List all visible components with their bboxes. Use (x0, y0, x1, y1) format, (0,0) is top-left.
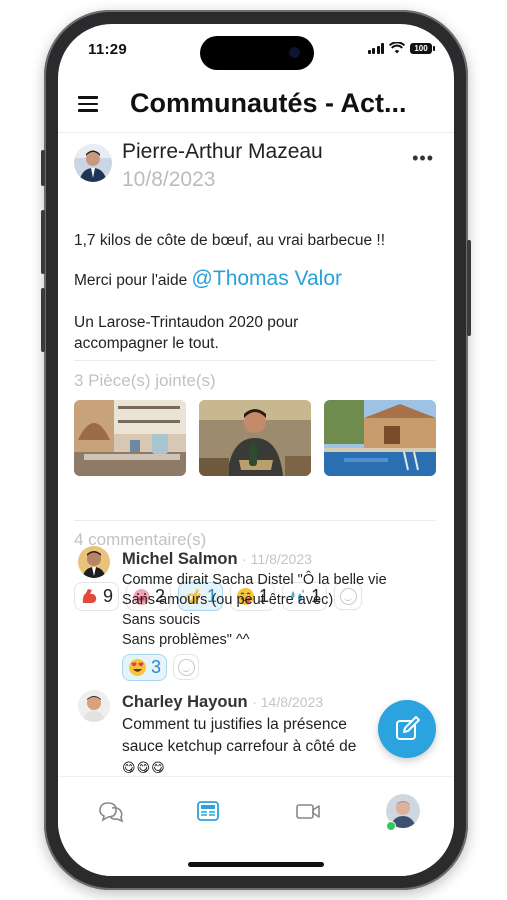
page-title: Communautés - Act... (130, 88, 407, 118)
reaction-chip-flexed-biceps[interactable]: 9 (74, 582, 120, 611)
hamburger-menu-icon[interactable] (78, 96, 98, 112)
comment-text-line: Sans soucis (122, 612, 201, 628)
comment-text-line: Comment tu justifies la présence (122, 716, 347, 733)
post-text-prefix: Merci pour l'aide (74, 272, 188, 289)
phone-action-button (41, 150, 45, 186)
header-divider (58, 132, 454, 133)
post-text-line: accompagner le tout. (74, 335, 219, 352)
separator (74, 360, 436, 361)
add-reaction-icon (339, 587, 357, 605)
chat-bubbles-icon (99, 802, 124, 823)
home-indicator (188, 862, 324, 867)
wifi-icon (389, 42, 405, 54)
author-avatar[interactable] (74, 144, 112, 182)
status-icons: 100 (367, 42, 435, 54)
phone-volume-down (41, 288, 45, 352)
comment-author[interactable]: Charley Hayoun (122, 693, 248, 711)
reaction-count: 3 (151, 657, 162, 677)
tab-chat[interactable] (92, 791, 132, 831)
user-mention-link[interactable]: @Thomas Valor (192, 267, 342, 290)
comment-emojis: 😋😋😋 (122, 760, 166, 775)
status-time: 11:29 (88, 41, 128, 58)
tab-news-feed[interactable] (188, 791, 228, 831)
comment-author-line: Charley Hayoun · 14/8/2023 (122, 693, 323, 712)
reaction-chip-heart-eyes[interactable]: 3 (122, 654, 168, 681)
comment-reactions: 3 (122, 654, 200, 681)
post-date: 10/8/2023 (122, 168, 216, 191)
commenter-avatar[interactable] (78, 546, 110, 578)
tab-video[interactable] (288, 791, 328, 831)
post-options-icon[interactable]: ••• (412, 148, 434, 169)
edit-icon (396, 716, 420, 740)
online-status-dot (386, 821, 396, 831)
bottom-tab-bar (58, 776, 454, 876)
separator (74, 520, 436, 521)
dynamic-island (200, 36, 314, 70)
phone-power-button (467, 240, 471, 336)
comment-text-line: Sans problèmes" ^^ (122, 632, 250, 648)
flexed-biceps-emoji (82, 589, 97, 603)
post-text-line: Un Larose-Trintaudon 2020 pour (74, 314, 299, 331)
video-camera-icon (296, 804, 320, 819)
attachment-photo-grill[interactable] (199, 400, 311, 476)
post-author-name[interactable]: Pierre-Arthur Mazeau (122, 140, 323, 164)
comment-author[interactable]: Michel Salmon (122, 550, 238, 568)
heart-eyes-emoji (129, 659, 146, 676)
post-text-line: Merci pour l'aide @Thomas Valor (74, 268, 342, 291)
attachments-count: 3 Pièce(s) jointe(s) (74, 371, 216, 390)
commenter-avatar[interactable] (78, 690, 110, 722)
phone-volume-up (41, 210, 45, 274)
attachment-photo-kitchen[interactable] (74, 400, 186, 476)
post-text-line: 1,7 kilos de côte de bœuf, au vrai barbe… (74, 232, 386, 249)
attachment-photo-pool[interactable] (324, 400, 436, 476)
app-screen: 11:29 100 Communautés - Act... Pierre-Ar… (58, 24, 454, 876)
comment-date: · 14/8/2023 (252, 694, 324, 710)
comment-text-line: Comme dirait Sacha Distel "Ô la belle vi… (122, 572, 387, 588)
reaction-count: 9 (103, 586, 114, 606)
compose-button[interactable] (378, 700, 436, 758)
comment-text-line: Sans amours (ou peut être avec) (122, 592, 334, 608)
add-reaction-button[interactable] (173, 654, 200, 680)
news-feed-icon (197, 801, 219, 821)
comment-date: · 11/8/2023 (242, 551, 312, 567)
signal-icon (367, 42, 384, 54)
tab-profile[interactable] (384, 791, 424, 831)
add-reaction-icon (177, 658, 195, 676)
battery-icon: 100 (410, 42, 435, 54)
app-header: Communautés - Act... (58, 80, 454, 130)
comment-text-line: sauce ketchup carrefour à côté de (122, 738, 357, 755)
comment-author-line: Michel Salmon · 11/8/2023 (122, 550, 312, 569)
